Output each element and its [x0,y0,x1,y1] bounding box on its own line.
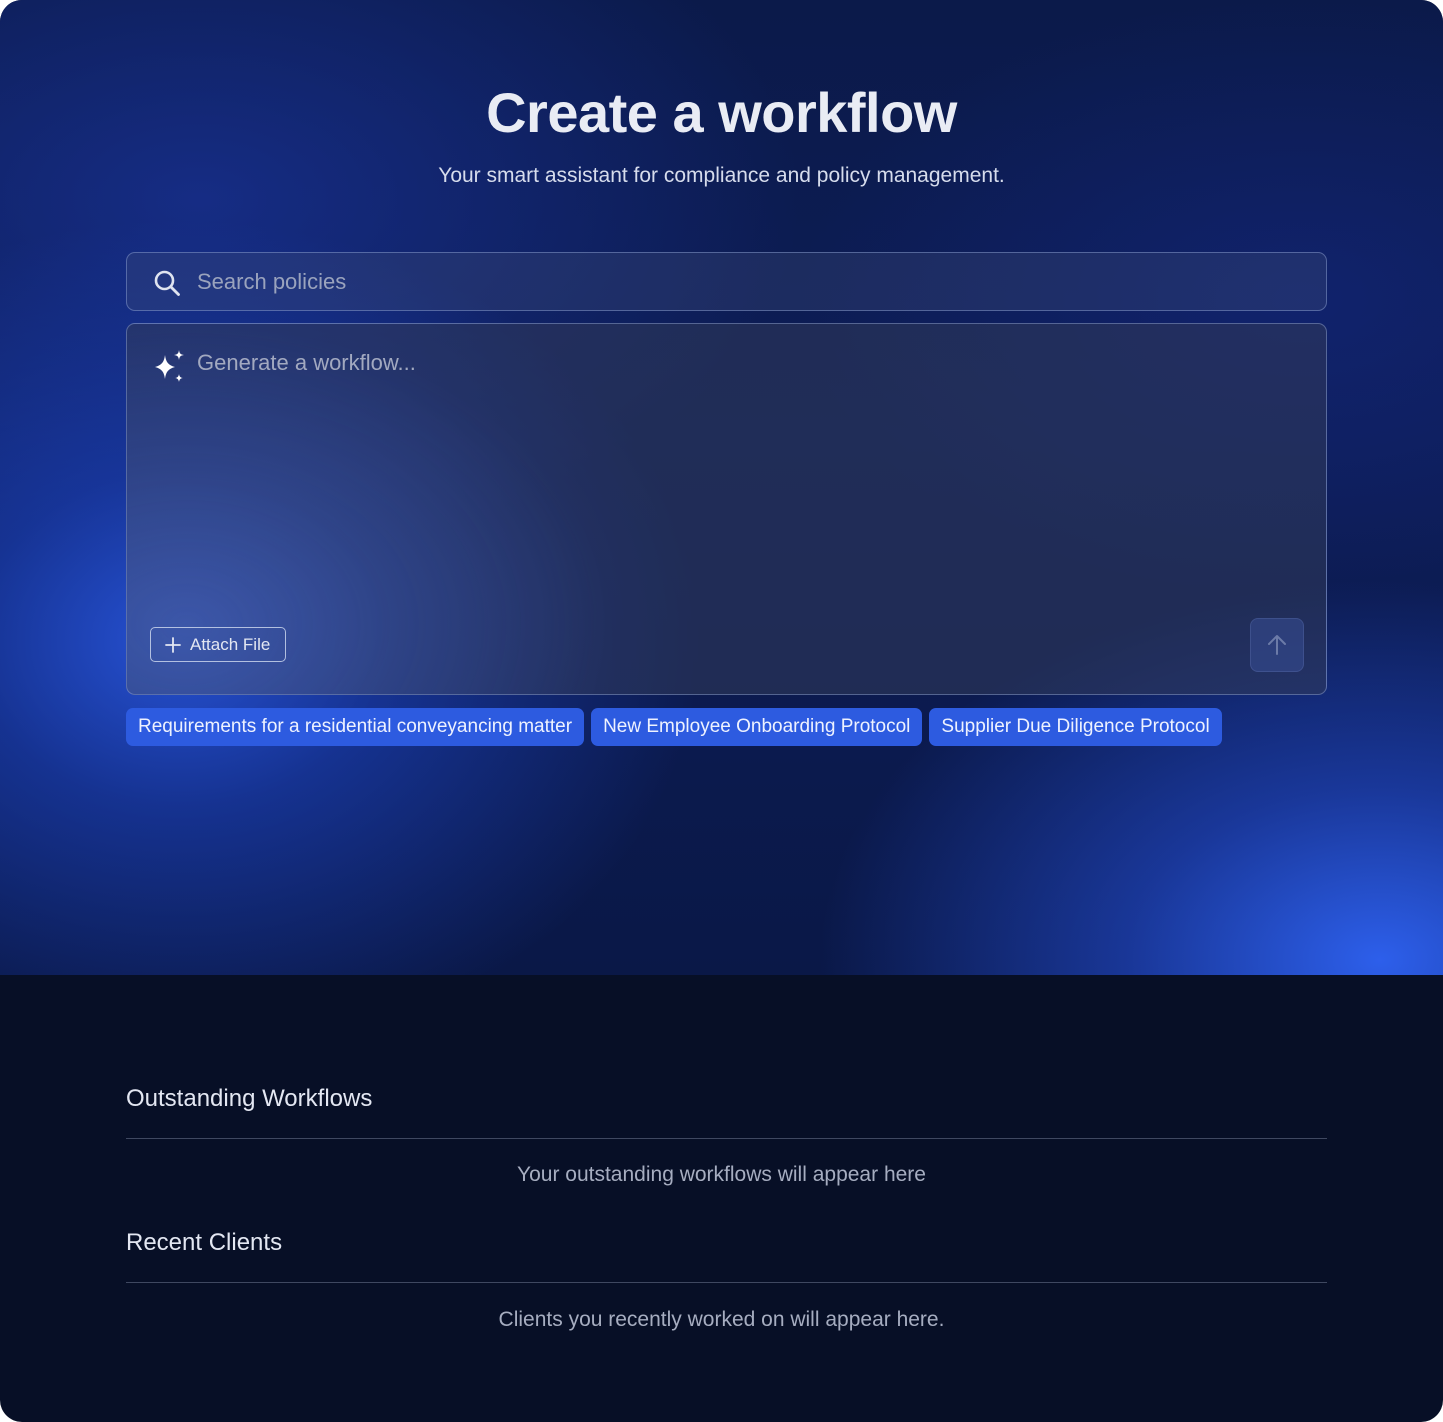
outstanding-workflows-empty: Your outstanding workflows will appear h… [517,1163,926,1186]
hero-section: Create a workflow Your smart assistant f… [0,0,1443,975]
plus-icon [165,636,181,653]
sparkle-icon [155,350,184,382]
search-bar[interactable] [126,252,1327,311]
recent-clients-empty: Clients you recently worked on will appe… [498,1308,945,1331]
section-divider [126,1138,1327,1139]
workflow-prompt-input[interactable] [197,350,1297,590]
send-button[interactable] [1250,618,1304,672]
suggestion-chips: Requirements for a residential conveyanc… [126,708,1222,746]
suggestion-chip[interactable]: Supplier Due Diligence Protocol [929,708,1222,746]
search-icon [154,270,180,296]
workflow-composer: Attach File [126,323,1327,695]
search-input[interactable] [197,253,1307,310]
arrow-up-icon [1268,635,1286,655]
page-subtitle: Your smart assistant for compliance and … [438,164,1005,187]
recent-clients-title: Recent Clients [126,1229,283,1256]
attach-file-button[interactable]: Attach File [150,627,286,662]
app-frame: Create a workflow Your smart assistant f… [0,0,1443,1422]
suggestion-chip[interactable]: Requirements for a residential conveyanc… [126,708,585,746]
outstanding-workflows-title: Outstanding Workflows [126,1085,373,1112]
page-title: Create a workflow [486,81,957,144]
suggestion-chip[interactable]: New Employee Onboarding Protocol [591,708,923,746]
section-divider [126,1282,1327,1283]
attach-file-label: Attach File [190,634,271,654]
